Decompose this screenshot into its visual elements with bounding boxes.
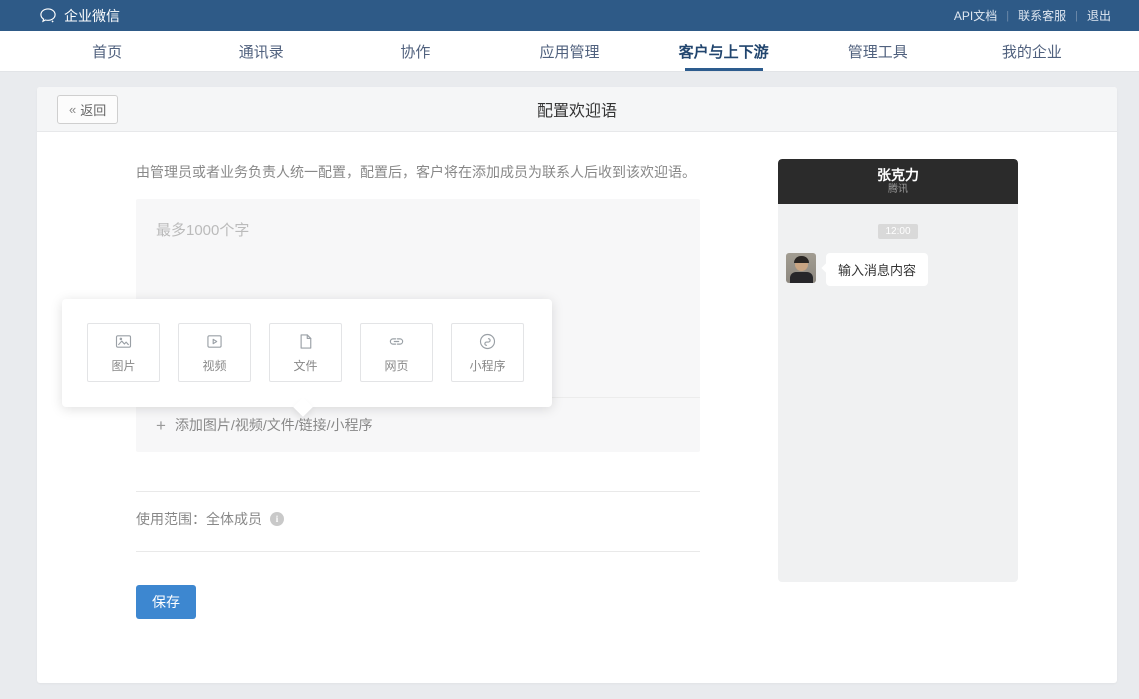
add-attachment-label: 添加图片/视频/文件/链接/小程序: [174, 417, 373, 433]
attach-option-image[interactable]: 图片: [87, 323, 160, 382]
attach-option-file[interactable]: 文件: [269, 323, 342, 382]
timestamp-badge: 12:00: [878, 224, 918, 239]
message-row: 输入消息内容: [786, 253, 1018, 286]
chat-preview-panel: 张克力 腾讯 12:00 输入消息内容: [778, 159, 1018, 582]
timestamp-wrap: 12:00: [778, 221, 1018, 239]
scope-row: 使用范围： 全体成员 i: [136, 509, 284, 529]
attach-option-label: 文件: [293, 359, 318, 373]
separator: |: [1006, 9, 1010, 22]
attach-option-label: 视频: [202, 359, 227, 373]
brand[interactable]: 企业微信: [38, 6, 120, 26]
brand-label: 企业微信: [64, 7, 120, 24]
tab-home[interactable]: 首页: [30, 31, 184, 71]
topbar-links: API文档 | 联系客服 | 退出: [950, 7, 1115, 24]
tab-app-management[interactable]: 应用管理: [492, 31, 646, 71]
api-docs-link[interactable]: API文档: [950, 7, 1001, 24]
save-button[interactable]: 保存: [136, 585, 196, 619]
attach-option-webpage[interactable]: 网页: [360, 323, 433, 382]
file-icon: [300, 334, 312, 349]
tab-customers[interactable]: 客户与上下游: [647, 31, 801, 71]
avatar: [786, 253, 816, 283]
back-button-label: 返回: [80, 102, 107, 118]
divider: [136, 491, 700, 492]
attach-option-label: 图片: [111, 359, 136, 373]
link-icon: [389, 338, 404, 345]
scope-label: 使用范围：: [136, 511, 206, 527]
back-chevron-icon: «: [69, 101, 77, 117]
tab-my-company[interactable]: 我的企业: [955, 31, 1109, 71]
attachment-type-popup: 图片 视频 文件 网页 小程序: [62, 299, 552, 407]
main-nav: 首页 通讯录 协作 应用管理 客户与上下游 管理工具 我的企业: [0, 31, 1139, 72]
contact-name: 张克力: [877, 167, 919, 183]
contact-support-link[interactable]: 联系客服: [1014, 7, 1070, 24]
card-body: 由管理员或者业务负责人统一配置，配置后，客户将在添加成员为联系人后收到该欢迎语。…: [37, 132, 1117, 682]
attach-option-miniprogram[interactable]: 小程序: [451, 323, 524, 382]
preview-header: 张克力 腾讯: [778, 159, 1018, 204]
video-icon: [207, 335, 222, 348]
attach-option-label: 网页: [384, 359, 409, 373]
tab-admin-tools[interactable]: 管理工具: [801, 31, 955, 71]
welcome-config-card: « 返回 配置欢迎语 由管理员或者业务负责人统一配置，配置后，客户将在添加成员为…: [37, 87, 1117, 683]
miniprogram-icon: [479, 333, 496, 350]
info-icon[interactable]: i: [270, 512, 284, 526]
divider: [136, 551, 700, 552]
tab-collaboration[interactable]: 协作: [338, 31, 492, 71]
scope-value: 全体成员: [206, 511, 262, 527]
message-bubble: 输入消息内容: [826, 253, 929, 286]
logout-link[interactable]: 退出: [1083, 7, 1115, 24]
image-icon: [115, 335, 132, 348]
plus-icon: +: [156, 415, 166, 435]
attach-option-video[interactable]: 视频: [178, 323, 251, 382]
separator: |: [1075, 9, 1078, 22]
page-title: 配置欢迎语: [536, 103, 617, 120]
card-header: « 返回 配置欢迎语: [37, 87, 1117, 132]
attach-option-label: 小程序: [469, 359, 506, 373]
topbar: 企业微信 API文档 | 联系客服 | 退出: [0, 0, 1139, 31]
back-button[interactable]: « 返回: [57, 94, 119, 124]
description-text: 由管理员或者业务负责人统一配置，配置后，客户将在添加成员为联系人后收到该欢迎语。: [136, 164, 696, 180]
wework-logo-icon: [40, 7, 56, 22]
tab-contacts[interactable]: 通讯录: [184, 31, 338, 71]
contact-org: 腾讯: [888, 184, 908, 195]
